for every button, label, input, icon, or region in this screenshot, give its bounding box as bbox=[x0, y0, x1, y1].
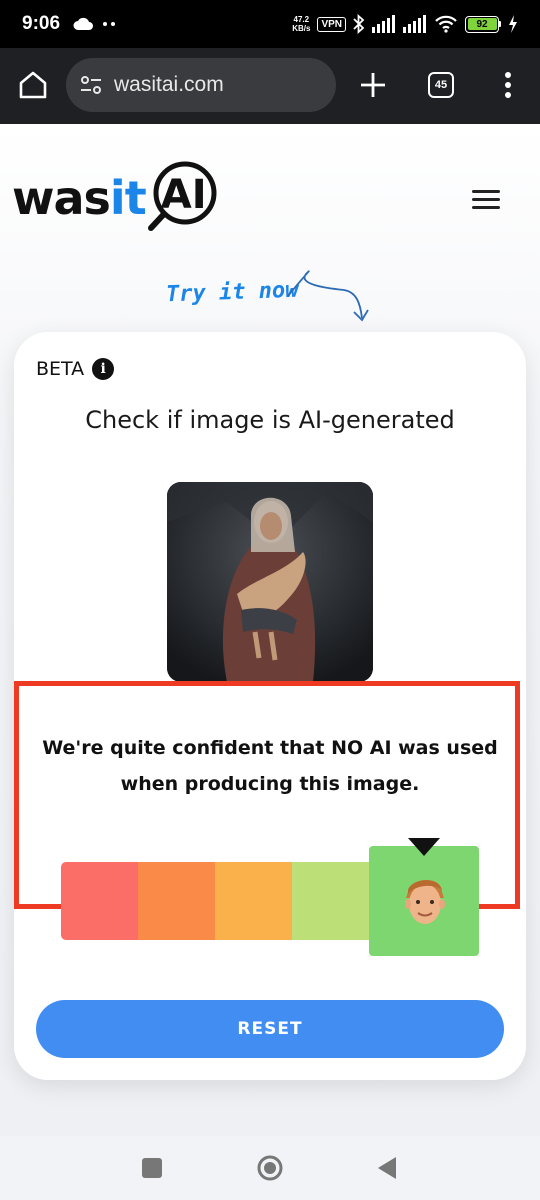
scale-segment-3 bbox=[215, 862, 292, 940]
status-time: 9:06 bbox=[22, 13, 61, 34]
system-nav-bar bbox=[0, 1136, 540, 1200]
result-message: We're quite confident that NO AI was use… bbox=[42, 737, 498, 795]
info-icon[interactable]: i bbox=[92, 358, 115, 380]
net-speed: 47.2 KB/s bbox=[292, 15, 311, 33]
curved-arrow-icon bbox=[287, 270, 369, 322]
bluetooth-icon bbox=[353, 14, 365, 34]
site-logo[interactable]: was it AI bbox=[12, 158, 218, 238]
confidence-scale bbox=[61, 862, 369, 940]
charging-icon bbox=[509, 15, 517, 33]
back-icon[interactable] bbox=[376, 1155, 398, 1181]
home-icon[interactable] bbox=[16, 68, 50, 102]
web-page: was it AI Try it now BETA i Check if imag… bbox=[0, 124, 540, 1136]
scale-segment-2 bbox=[138, 862, 215, 940]
new-tab-icon[interactable] bbox=[356, 68, 390, 102]
battery-indicator: 92 bbox=[465, 15, 501, 33]
beta-label: BETA bbox=[36, 358, 85, 380]
try-it-now-label: Try it now bbox=[165, 277, 299, 308]
browser-toolbar: wasitai.com 45 bbox=[0, 48, 540, 124]
recent-apps-icon[interactable] bbox=[142, 1158, 162, 1178]
status-bar: 9:06 47.2 KB/s VPN 92 bbox=[0, 0, 540, 48]
more-notifications-icon bbox=[103, 22, 116, 26]
reset-button[interactable]: RESET bbox=[36, 1000, 504, 1058]
uploaded-image bbox=[167, 482, 373, 682]
menu-icon[interactable] bbox=[472, 190, 500, 212]
tab-switcher-button[interactable]: 45 bbox=[428, 72, 454, 98]
more-options-icon[interactable] bbox=[498, 68, 518, 102]
card-title: Check if image is AI-generated bbox=[85, 406, 455, 434]
site-settings-icon[interactable] bbox=[80, 75, 102, 95]
vpn-badge: VPN bbox=[317, 16, 346, 32]
address-bar[interactable]: wasitai.com bbox=[66, 58, 336, 112]
home-nav-icon[interactable] bbox=[256, 1154, 284, 1182]
url-text: wasitai.com bbox=[114, 73, 224, 96]
scale-segment-1 bbox=[61, 862, 138, 940]
battery-level: 92 bbox=[467, 18, 497, 30]
scale-segment-4 bbox=[292, 862, 369, 940]
human-avatar-icon bbox=[405, 879, 445, 924]
scale-pointer-icon bbox=[408, 838, 440, 856]
signal-icon bbox=[372, 15, 395, 33]
signal-icon-2 bbox=[403, 15, 426, 33]
cloud-icon bbox=[73, 17, 94, 30]
uploaded-photo-graphic bbox=[167, 482, 373, 682]
wifi-icon bbox=[435, 15, 457, 33]
